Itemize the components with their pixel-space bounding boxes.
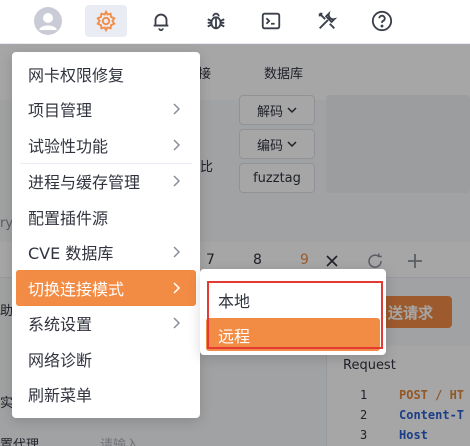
menu-item-cve-database[interactable]: CVE 数据库	[12, 235, 200, 271]
chevron-right-icon	[173, 175, 181, 187]
submenu-item-label: 本地	[218, 291, 251, 311]
menu-item-system-settings[interactable]: 系统设置	[12, 306, 200, 342]
menu-item-label: 网卡权限修复	[28, 65, 125, 85]
menu-item-network-diagnostics[interactable]: 网络诊断	[12, 341, 200, 377]
settings-menu: 网卡权限修复 项目管理 试验性功能 进程与缓存管理 配置插件源 CVE 数据库 …	[12, 52, 200, 418]
tools-icon[interactable]	[312, 6, 342, 36]
menu-item-experimental-features[interactable]: 试验性功能	[12, 127, 200, 163]
menu-item-process-cache-management[interactable]: 进程与缓存管理	[12, 164, 200, 200]
bug-icon[interactable]	[201, 6, 231, 36]
submenu-item-local[interactable]: 本地	[206, 283, 380, 316]
menu-item-label: 刷新菜单	[28, 386, 93, 406]
menu-item-refresh-menu[interactable]: 刷新菜单	[12, 377, 200, 413]
menu-item-label: 项目管理	[28, 101, 93, 121]
menu-item-project-management[interactable]: 项目管理	[12, 92, 200, 128]
menu-item-label: 配置插件源	[28, 208, 109, 228]
submenu-item-label: 远程	[218, 326, 251, 346]
top-toolbar	[0, 0, 470, 44]
chevron-right-icon	[173, 282, 181, 294]
menu-item-plugin-source-config[interactable]: 配置插件源	[12, 199, 200, 235]
user-avatar-icon[interactable]	[33, 6, 63, 36]
gear-icon[interactable]	[85, 5, 127, 37]
terminal-icon[interactable]	[256, 6, 286, 36]
help-icon[interactable]	[367, 6, 397, 36]
chevron-right-icon	[173, 246, 181, 258]
bell-icon[interactable]	[146, 6, 176, 36]
chevron-right-icon	[173, 103, 181, 115]
menu-item-nic-permission-repair[interactable]: 网卡权限修复	[12, 56, 200, 92]
menu-item-label: 进程与缓存管理	[28, 173, 141, 193]
chevron-right-icon	[173, 139, 181, 151]
menu-item-label: 切换连接模式	[28, 279, 125, 299]
connection-mode-submenu: 本地 远程	[200, 269, 386, 355]
menu-item-switch-connection-mode[interactable]: 切换连接模式	[16, 270, 196, 306]
chevron-right-icon	[173, 317, 181, 329]
menu-item-label: 系统设置	[28, 315, 93, 335]
menu-item-label: 网络诊断	[28, 350, 93, 370]
menu-item-label: CVE 数据库	[28, 244, 114, 264]
menu-item-label: 试验性功能	[28, 136, 109, 156]
submenu-item-remote[interactable]: 远程	[206, 318, 380, 351]
